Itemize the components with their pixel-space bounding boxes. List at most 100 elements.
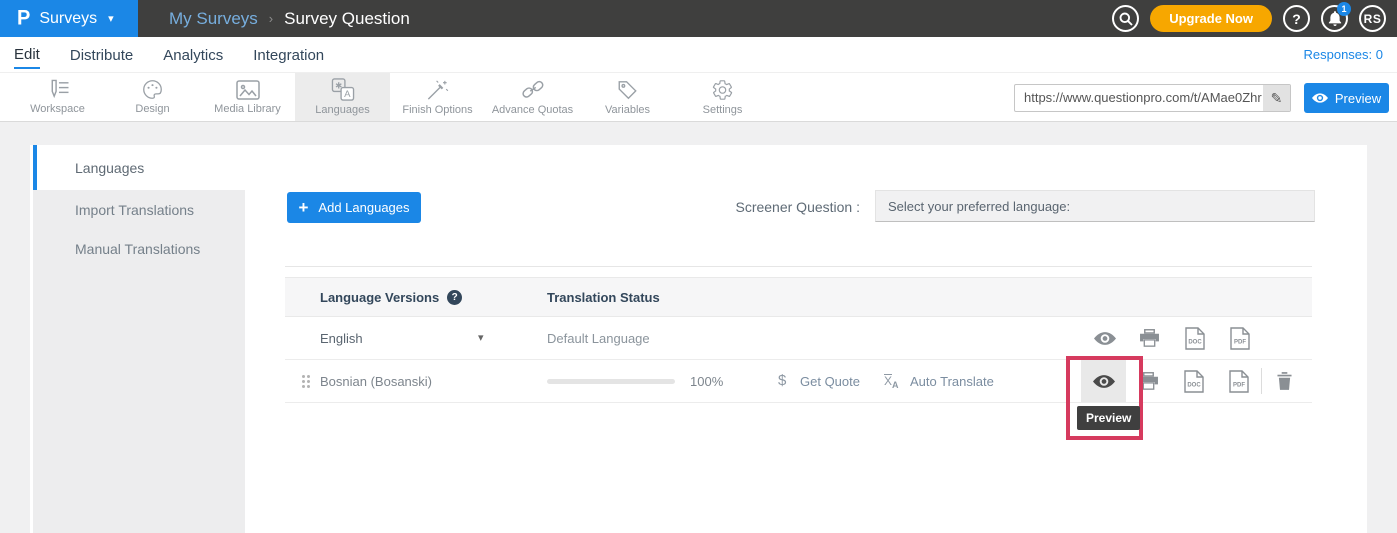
link-chain-icon bbox=[521, 79, 545, 101]
breadcrumb: My Surveys › Survey Question bbox=[169, 9, 410, 29]
edit-url-pencil-icon[interactable]: ✎ bbox=[1263, 85, 1290, 111]
toolbar-item-languages[interactable]: ✱ A Languages bbox=[295, 73, 390, 121]
gear-icon bbox=[711, 79, 734, 101]
preview-eye-icon-highlighted[interactable] bbox=[1081, 360, 1126, 402]
header-language-versions: Language Versions ? bbox=[285, 290, 462, 305]
svg-text:PDF: PDF bbox=[1234, 339, 1246, 345]
export-doc-icon[interactable]: DOC bbox=[1172, 317, 1217, 359]
svg-text:A: A bbox=[344, 89, 351, 100]
tab-analytics[interactable]: Analytics bbox=[163, 41, 223, 68]
toolbar-item-settings[interactable]: Settings bbox=[675, 73, 770, 121]
workspace-icon bbox=[46, 79, 70, 100]
search-button[interactable] bbox=[1112, 5, 1139, 32]
export-doc-icon[interactable]: DOC bbox=[1171, 360, 1216, 402]
table-row-bosnian: Bosnian (Bosanski) 100% $ Get Quote XA A… bbox=[285, 360, 1312, 403]
magic-wand-icon bbox=[426, 79, 449, 101]
chevron-right-icon: › bbox=[269, 11, 273, 26]
toolbar-item-variables[interactable]: Variables bbox=[580, 73, 675, 121]
add-languages-button[interactable]: + Add Languages bbox=[287, 192, 421, 223]
breadcrumb-my-surveys[interactable]: My Surveys bbox=[169, 9, 258, 29]
print-icon[interactable] bbox=[1127, 317, 1172, 359]
plus-icon: + bbox=[298, 199, 308, 216]
tab-edit[interactable]: Edit bbox=[14, 40, 40, 69]
survey-url-field[interactable]: https://www.questionpro.com/t/AMae0Zhr ✎ bbox=[1014, 84, 1291, 112]
avatar[interactable]: RS bbox=[1359, 5, 1386, 32]
translation-progress-bar bbox=[547, 379, 675, 384]
help-circle-icon[interactable]: ? bbox=[447, 290, 462, 305]
preview-tooltip: Preview bbox=[1077, 406, 1140, 430]
row-actions: DOC PDF bbox=[1081, 360, 1307, 402]
sidebar-item-manual-translations[interactable]: Manual Translations bbox=[33, 229, 245, 268]
print-icon[interactable] bbox=[1126, 360, 1171, 402]
export-pdf-icon[interactable]: PDF bbox=[1216, 360, 1261, 402]
toolbar-item-advance-quotas[interactable]: Advance Quotas bbox=[485, 73, 580, 121]
table-row-english: English ▾ Default Language DOC bbox=[285, 317, 1312, 360]
languages-main: + Add Languages Screener Question : Sele… bbox=[245, 145, 1367, 533]
tab-integration[interactable]: Integration bbox=[253, 41, 324, 68]
questionpro-logo-icon: P bbox=[17, 6, 30, 30]
translation-progress-percent: 100% bbox=[690, 374, 723, 389]
languages-sidebar: Languages Import Translations Manual Tra… bbox=[33, 145, 245, 533]
language-name: English bbox=[320, 331, 363, 346]
toolbar-label: Finish Options bbox=[402, 104, 472, 116]
section-divider bbox=[285, 266, 1312, 267]
toolbar-item-media-library[interactable]: Media Library bbox=[200, 73, 295, 121]
toolbar-label: Design bbox=[135, 103, 169, 115]
toolbar-label: Workspace bbox=[30, 103, 85, 115]
toolbar-label: Advance Quotas bbox=[492, 104, 573, 116]
toolbar-item-workspace[interactable]: Workspace bbox=[10, 73, 105, 121]
auto-translate-link[interactable]: Auto Translate bbox=[910, 374, 994, 389]
search-icon bbox=[1119, 12, 1133, 26]
screener-question-label: Screener Question : bbox=[700, 199, 860, 215]
image-icon bbox=[236, 80, 260, 100]
sidebar-item-languages[interactable]: Languages bbox=[33, 145, 245, 190]
languages-card: Languages Import Translations Manual Tra… bbox=[30, 145, 1367, 533]
get-quote-link[interactable]: Get Quote bbox=[800, 374, 860, 389]
dollar-icon: $ bbox=[778, 372, 786, 389]
palette-icon bbox=[141, 79, 164, 100]
row-actions: DOC PDF bbox=[1082, 317, 1262, 359]
svg-text:DOC: DOC bbox=[1188, 339, 1202, 345]
toolbar-label: Languages bbox=[315, 104, 369, 116]
notification-badge: 1 bbox=[1337, 2, 1351, 16]
language-versions-label: Language Versions bbox=[320, 290, 439, 305]
sidebar-item-import-translations[interactable]: Import Translations bbox=[33, 190, 245, 229]
tab-distribute[interactable]: Distribute bbox=[70, 41, 133, 68]
responses-count: Responses: 0 bbox=[1304, 47, 1384, 62]
questionpro-languages-page: P Surveys ▾ My Surveys › Survey Question… bbox=[0, 0, 1397, 533]
caret-down-icon[interactable]: ▾ bbox=[478, 331, 484, 344]
toolbar-label: Media Library bbox=[214, 103, 281, 115]
notifications-button[interactable]: 1 bbox=[1321, 5, 1348, 32]
screener-question-value: Select your preferred language: bbox=[888, 199, 1070, 214]
language-name: Bosnian (Bosanski) bbox=[320, 374, 432, 389]
header-translation-status: Translation Status bbox=[547, 290, 660, 305]
preview-eye-icon[interactable] bbox=[1082, 317, 1127, 359]
add-languages-label: Add Languages bbox=[318, 200, 409, 215]
help-button[interactable]: ? bbox=[1283, 5, 1310, 32]
toolbar-item-design[interactable]: Design bbox=[105, 73, 200, 121]
language-status: Default Language bbox=[547, 331, 650, 346]
edit-toolbar: Workspace Design Media Library ✱ A Langu… bbox=[0, 72, 1397, 122]
toolbar-label: Variables bbox=[605, 104, 650, 116]
delete-trash-icon[interactable] bbox=[1262, 360, 1307, 402]
breadcrumb-current: Survey Question bbox=[284, 9, 410, 29]
drag-handle-icon[interactable] bbox=[302, 375, 305, 378]
auto-translate-icon: XA bbox=[884, 373, 899, 390]
preview-button[interactable]: Preview bbox=[1304, 83, 1389, 113]
topbar: P Surveys ▾ My Surveys › Survey Question… bbox=[0, 0, 1397, 37]
toolbar-label: Settings bbox=[703, 104, 743, 116]
eye-icon bbox=[1312, 93, 1328, 103]
product-menu-label: Surveys bbox=[39, 10, 97, 28]
translate-languages-icon: ✱ A bbox=[331, 78, 355, 101]
section-tabs: Edit Distribute Analytics Integration Re… bbox=[0, 37, 1397, 72]
topbar-actions: Upgrade Now ? 1 RS bbox=[1112, 5, 1386, 32]
screener-question-select[interactable]: Select your preferred language: bbox=[875, 190, 1315, 222]
upgrade-now-button[interactable]: Upgrade Now bbox=[1150, 5, 1272, 32]
toolbar-item-finish-options[interactable]: Finish Options bbox=[390, 73, 485, 121]
caret-down-icon: ▾ bbox=[108, 12, 114, 25]
language-versions-table: Language Versions ? Translation Status E… bbox=[285, 277, 1312, 403]
product-menu[interactable]: P Surveys ▾ bbox=[0, 0, 138, 37]
svg-text:PDF: PDF bbox=[1233, 382, 1245, 388]
survey-url-value: https://www.questionpro.com/t/AMae0Zhr bbox=[1015, 85, 1263, 111]
export-pdf-icon[interactable]: PDF bbox=[1217, 317, 1262, 359]
